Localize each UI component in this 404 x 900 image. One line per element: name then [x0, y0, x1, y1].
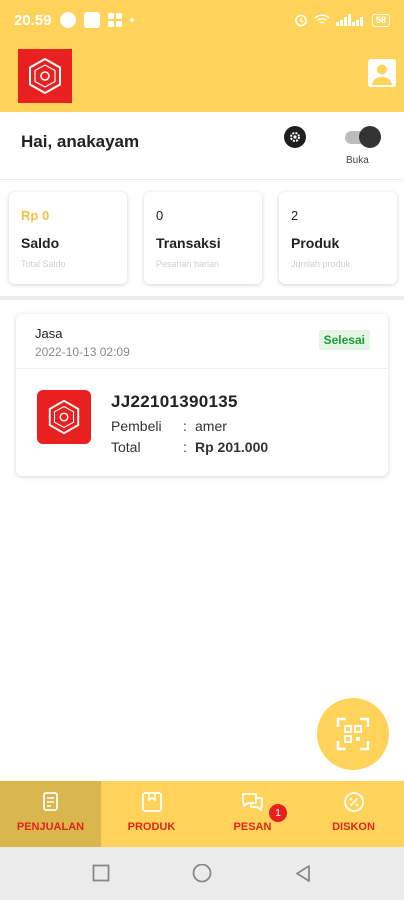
- buyer-label: Pembeli: [111, 418, 162, 434]
- stat-label: Produk: [291, 235, 340, 251]
- screen: 20.59 58 Hai, anakayam Buka Rp 0 Saldo T…: [0, 0, 404, 900]
- unread-badge: 1: [269, 804, 287, 822]
- wifi-icon: [314, 14, 330, 24]
- total-value: Rp 201.000: [195, 439, 269, 455]
- greeting-text: Hai, anakayam: [21, 132, 140, 151]
- stat-sub: Pesanan harian: [156, 259, 220, 269]
- nav-item-pesan[interactable]: PESAN 1: [202, 781, 303, 847]
- stat-value: 0: [156, 208, 164, 223]
- order-card[interactable]: Jasa 2022-10-13 02:09 Selesai JJ22101390…: [16, 314, 388, 476]
- nav-label: DISKON: [332, 821, 375, 833]
- messenger-icon: [59, 12, 76, 28]
- nav-item-produk[interactable]: PRODUK: [101, 781, 202, 847]
- profile-button[interactable]: [368, 59, 396, 87]
- discount-icon: [343, 792, 364, 812]
- stat-card-saldo[interactable]: Rp 0 Saldo Total Saldo: [9, 192, 127, 284]
- sales-icon: [42, 792, 58, 811]
- alarm-icon: [295, 14, 307, 27]
- total-separator: :: [183, 439, 187, 455]
- stat-card-produk[interactable]: 2 Produk Jumlah produk: [279, 192, 397, 284]
- nav-item-penjualan[interactable]: PENJUALAN: [0, 781, 101, 847]
- store-open-toggle[interactable]: [343, 126, 381, 148]
- chat-icon: [241, 793, 263, 811]
- buyer-value: amer: [195, 418, 227, 434]
- nav-label: PENJUALAN: [16, 821, 85, 833]
- nav-label: PRODUK: [127, 821, 176, 833]
- home-icon[interactable]: [191, 864, 213, 886]
- buyer-row: Pembeli : amer: [111, 418, 227, 434]
- nav-item-diskon[interactable]: DISKON: [303, 781, 404, 847]
- stat-sub: Total Saldo: [21, 259, 66, 269]
- store-logo-icon: [18, 49, 72, 103]
- order-code: JJ22101390135: [111, 392, 238, 411]
- system-nav-bar: [0, 847, 404, 900]
- app-header: [0, 40, 404, 112]
- stat-card-transaksi[interactable]: 0 Transaksi Pesanan harian: [144, 192, 262, 284]
- divider: [16, 368, 388, 369]
- stats-section: Rp 0 Saldo Total Saldo 0 Transaksi Pesan…: [0, 180, 404, 300]
- status-badge: Selesai: [318, 330, 370, 350]
- status-bar: 20.59 58: [0, 0, 404, 40]
- qr-scan-icon: [336, 717, 370, 751]
- battery-icon: 58: [371, 13, 390, 27]
- bottom-nav: PENJUALAN PRODUK PESAN 1 DISKON: [0, 781, 404, 847]
- nav-label: PESAN: [233, 821, 272, 833]
- settings-button[interactable]: [284, 126, 306, 148]
- qr-scan-button[interactable]: [317, 698, 389, 770]
- stat-sub: Jumlah produk: [291, 259, 351, 269]
- grid-icon: [107, 13, 122, 27]
- greeting-row: Hai, anakayam Buka: [0, 112, 404, 180]
- product-icon: [141, 792, 162, 812]
- order-type: Jasa: [35, 326, 63, 341]
- stat-label: Saldo: [21, 235, 60, 251]
- back-icon[interactable]: [294, 864, 312, 884]
- dot-icon: [129, 18, 134, 22]
- gear-icon: [290, 132, 300, 142]
- store-status-label: Buka: [346, 155, 369, 166]
- total-row: Total : Rp 201.000: [111, 439, 268, 455]
- profile-icon: [368, 59, 396, 87]
- stat-value: 2: [291, 208, 299, 223]
- signal-icon: [335, 14, 363, 26]
- total-label: Total: [111, 439, 141, 455]
- square-icon: [83, 12, 100, 28]
- stat-value: Rp 0: [21, 208, 50, 223]
- order-date: 2022-10-13 02:09: [35, 345, 130, 359]
- buyer-separator: :: [183, 418, 187, 434]
- status-time: 20.59: [14, 11, 52, 29]
- stat-label: Transaksi: [156, 235, 221, 251]
- product-thumbnail-icon: [37, 390, 91, 444]
- recents-icon[interactable]: [92, 864, 110, 882]
